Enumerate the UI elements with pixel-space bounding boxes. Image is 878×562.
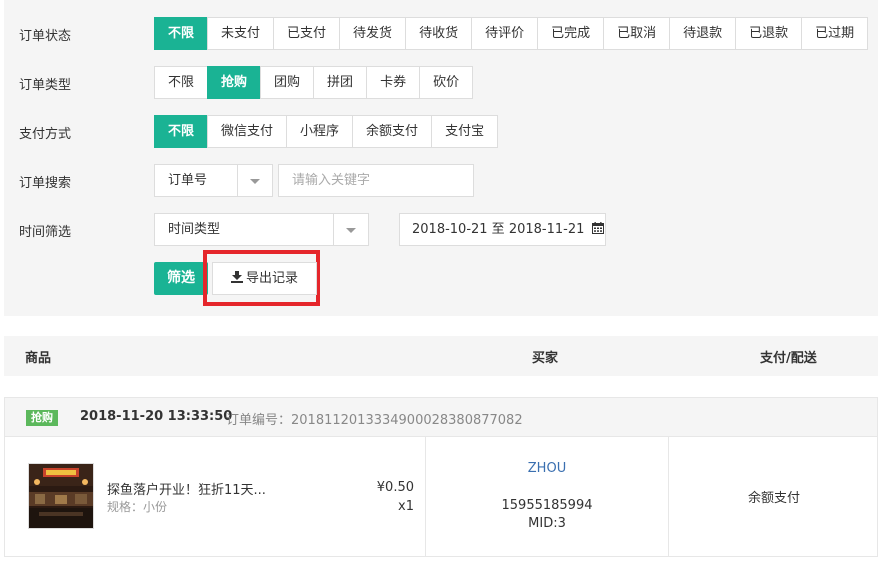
- order-status-option-0[interactable]: 不限: [154, 17, 209, 50]
- payment-method-label: 支付方式: [19, 127, 72, 142]
- payment-method-option-1[interactable]: 微信支付: [207, 115, 288, 148]
- order-status-group: 不限 未支付 已支付 待发货 待收货 待评价 已完成 已取消 待退款 已退款 已过期: [154, 17, 869, 50]
- order-status-option-6[interactable]: 已完成: [537, 17, 605, 50]
- order-status-label: 订单状态: [19, 29, 72, 44]
- order-status-option-10[interactable]: 已过期: [801, 17, 869, 50]
- order-status-option-7[interactable]: 已取消: [603, 17, 671, 50]
- chevron-down-icon: [333, 214, 368, 245]
- order-header: 抢购 2018-11-20 13:33:50 订单编号：201811201333…: [4, 397, 878, 437]
- time-filter-label: 时间筛选: [19, 225, 72, 240]
- time-type-value: 时间类型: [168, 222, 221, 237]
- payment-method-option-0[interactable]: 不限: [154, 115, 209, 148]
- product-spec: 规格：小份: [107, 500, 168, 514]
- buyer-phone: 15955185994: [501, 498, 593, 513]
- date-range-value: 2018-10-21 至 2018-11-21: [412, 222, 585, 237]
- order-type-option-3[interactable]: 拼团: [313, 66, 368, 99]
- date-range-input[interactable]: 2018-10-21 至 2018-11-21: [399, 213, 606, 246]
- order-type-option-0[interactable]: 不限: [154, 66, 209, 99]
- product-quantity: x1: [398, 499, 414, 514]
- order-time: 2018-11-20 13:33:50: [80, 409, 233, 424]
- order-search-label: 订单搜索: [19, 176, 72, 191]
- column-header-payment: 支付/配送: [760, 351, 817, 366]
- export-button-label: 导出记录: [245, 271, 298, 286]
- order-type-badge: 抢购: [26, 410, 58, 426]
- order-status-option-1[interactable]: 未支付: [207, 17, 275, 50]
- chevron-down-icon: [237, 165, 272, 196]
- column-header-product: 商品: [25, 351, 52, 366]
- product-price: ¥0.50: [376, 480, 414, 495]
- payment-method-option-2[interactable]: 小程序: [286, 115, 354, 148]
- filter-button[interactable]: 筛选: [154, 262, 208, 295]
- order-type-label: 订单类型: [19, 78, 72, 93]
- order-status-option-2[interactable]: 已支付: [273, 17, 341, 50]
- order-status-option-3[interactable]: 待发货: [339, 17, 407, 50]
- order-status-option-5[interactable]: 待评价: [471, 17, 539, 50]
- order-status-option-4[interactable]: 待收货: [405, 17, 473, 50]
- product-name[interactable]: 探鱼落户开业！狂折11天...: [107, 479, 266, 498]
- search-field-value: 订单号: [168, 173, 208, 188]
- order-status-option-8[interactable]: 待退款: [669, 17, 737, 50]
- payment-method-group: 不限 微信支付 小程序 余额支付 支付宝: [154, 115, 499, 148]
- order-type-option-5[interactable]: 砍价: [419, 66, 474, 99]
- time-type-select[interactable]: 时间类型: [154, 213, 369, 246]
- order-type-option-4[interactable]: 卡券: [366, 66, 421, 99]
- download-icon: [230, 271, 243, 283]
- search-input[interactable]: 请输入关键字: [278, 164, 474, 197]
- search-field-select[interactable]: 订单号: [154, 164, 273, 197]
- buyer-mid: MID:3: [528, 516, 566, 531]
- table-header: 商品 买家 支付/配送: [4, 336, 878, 376]
- column-header-buyer: 买家: [532, 351, 559, 366]
- order-status-option-9[interactable]: 已退款: [735, 17, 803, 50]
- buyer-name[interactable]: ZHOU: [426, 461, 668, 476]
- product-image: [29, 464, 93, 528]
- order-type-group: 不限 抢购 团购 拼团 卡券 砍价: [154, 66, 474, 99]
- column-divider: [425, 437, 426, 557]
- order-number: 订单编号：20181120133349000283808770​82: [226, 413, 523, 428]
- calendar-icon: [591, 222, 604, 234]
- payment-method-option-4[interactable]: 支付宝: [431, 115, 499, 148]
- order-type-option-2[interactable]: 团购: [260, 66, 315, 99]
- order-row: 探鱼落户开业！狂折11天... 规格：小份 ¥0.50 x1 ZHOU 1595…: [4, 437, 878, 557]
- payment-method-option-3[interactable]: 余额支付: [352, 115, 433, 148]
- export-button[interactable]: 导出记录: [212, 262, 317, 295]
- product-thumbnail[interactable]: [28, 463, 94, 529]
- payment-method: 余额支付: [747, 491, 800, 506]
- order-type-option-1[interactable]: 抢购: [207, 66, 262, 99]
